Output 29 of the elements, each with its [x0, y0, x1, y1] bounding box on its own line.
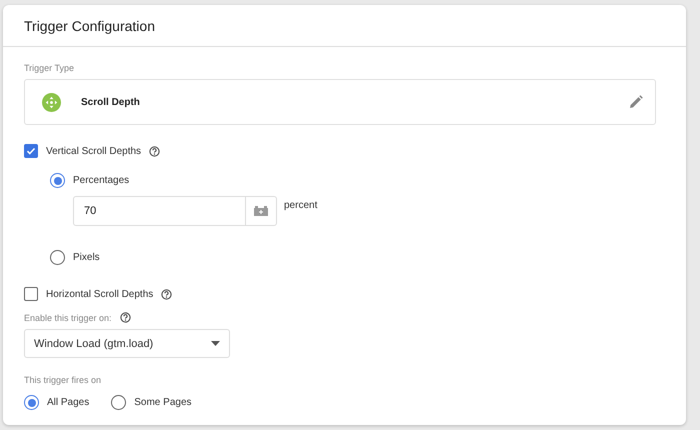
pencil-icon[interactable]	[629, 95, 643, 109]
help-icon[interactable]	[120, 312, 131, 323]
trigger-dropdown[interactable]: Window Load (gtm.load)	[24, 329, 230, 358]
radio-label: Some Pages	[134, 397, 192, 408]
panel-title: Trigger Configuration	[24, 18, 155, 34]
number-input-field[interactable]: 70	[73, 196, 277, 226]
radio-button[interactable]	[50, 173, 65, 188]
help-icon[interactable]	[149, 146, 160, 156]
radio-label: Pixels	[73, 252, 100, 263]
move-arrows-icon	[42, 92, 61, 112]
brick-icon	[253, 205, 269, 217]
unit-label: percent	[284, 200, 318, 211]
radio-label: Percentages	[73, 175, 130, 186]
checkbox[interactable]	[24, 287, 38, 301]
section-label: Enable this trigger on:	[24, 312, 112, 322]
checkmark-icon	[26, 146, 36, 156]
radio-button[interactable]	[111, 395, 126, 410]
checkbox[interactable]	[24, 144, 38, 158]
trigger-type-box[interactable]: Scroll Depth	[24, 79, 656, 125]
help-icon[interactable]	[161, 288, 172, 300]
radio-button[interactable]	[50, 250, 65, 265]
radio-label: All Pages	[47, 397, 90, 408]
dropdown-caret-icon	[211, 341, 220, 346]
checkbox-label: Horizontal Scroll Depths	[46, 288, 154, 300]
checkbox-label: Vertical Scroll Depths	[46, 146, 142, 156]
trigger-type-name: Scroll Depth	[81, 96, 141, 108]
radio-button[interactable]	[24, 395, 39, 410]
section-label: This trigger fires on	[24, 375, 102, 385]
section-label: Trigger Type	[24, 63, 76, 73]
